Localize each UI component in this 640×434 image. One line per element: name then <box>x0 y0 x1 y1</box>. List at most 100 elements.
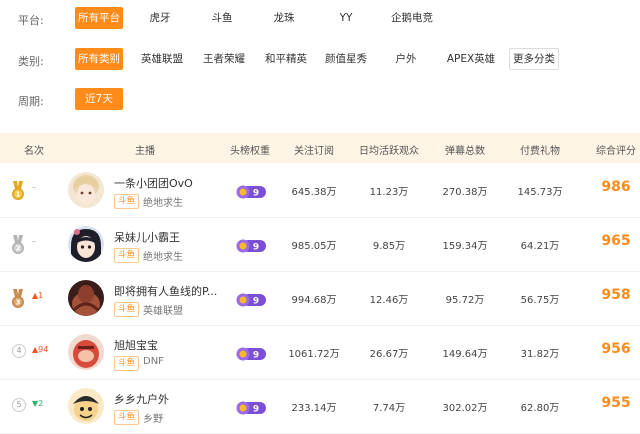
svg-text:3: 3 <box>16 299 21 307</box>
col-anchor: 主播 <box>135 146 155 157</box>
bronze-medal-icon: 3 <box>12 289 24 308</box>
category-option-kog[interactable]: 王者荣耀 <box>198 48 250 70</box>
table-header: 名次 主播 头榜权重 关注订阅 日均活跃观众 弹幕总数 付费礼物 综合评分 <box>0 133 640 163</box>
daily-active-value: 11.23万 <box>369 187 409 198</box>
category-option-apex[interactable]: APEX英雄 <box>442 48 500 70</box>
gifts-value: 145.73万 <box>517 187 563 198</box>
svg-text:9: 9 <box>253 297 259 307</box>
gifts-value: 56.75万 <box>520 295 560 306</box>
platform-tag: 斗鱼 <box>114 194 140 209</box>
weight-badge: 9 <box>236 292 266 307</box>
score-value: 956 <box>601 341 631 357</box>
table-row[interactable]: 3 ▲1 即将拥有人鱼线的P... 斗鱼 英雄联盟 9 994.68万 12.4… <box>0 271 640 326</box>
anchor-name[interactable]: 乡乡九户外 <box>114 391 169 407</box>
followers-value: 645.38万 <box>291 187 337 198</box>
svg-text:9: 9 <box>253 405 259 415</box>
followers-value: 1061.72万 <box>288 349 340 360</box>
rank-change: – <box>32 183 36 192</box>
avatar[interactable] <box>68 226 104 262</box>
platform-filter-label: 平台: <box>18 14 44 27</box>
col-danmaku: 弹幕总数 <box>445 146 485 157</box>
danmaku-value: 95.72万 <box>445 295 485 306</box>
category-option-all[interactable]: 所有类别 <box>75 48 123 70</box>
platform-option-douyu[interactable]: 斗鱼 <box>200 7 244 29</box>
platform-filter-row: 平台: 所有平台 虎牙 斗鱼 龙珠 YY 企鹅电竞 <box>0 7 640 33</box>
score-value: 965 <box>601 233 631 249</box>
platform-option-longzhu[interactable]: 龙珠 <box>262 7 306 29</box>
anchor-category: 绝地求生 <box>143 252 183 263</box>
svg-text:2: 2 <box>16 245 21 253</box>
col-daily-active: 日均活跃观众 <box>359 146 419 157</box>
followers-value: 994.68万 <box>291 295 337 306</box>
col-score: 综合评分 <box>596 146 636 157</box>
table-row[interactable]: 5 ▼2 乡乡九户外 斗鱼 乡野 9 233.14万 7.74万 302.02万… <box>0 379 640 434</box>
followers-value: 985.05万 <box>291 241 337 252</box>
platform-tag: 斗鱼 <box>114 302 140 317</box>
anchor-name[interactable]: 呆妹儿小霸王 <box>114 229 180 245</box>
platform-option-yy[interactable]: YY <box>324 7 368 29</box>
period-filter-row: 周期: 近7天 <box>0 88 640 114</box>
svg-text:9: 9 <box>253 189 259 199</box>
avatar[interactable] <box>68 172 104 208</box>
weight-badge: 9 <box>236 184 266 199</box>
avatar[interactable] <box>68 388 104 424</box>
gifts-value: 31.82万 <box>520 349 560 360</box>
danmaku-value: 302.02万 <box>442 403 488 414</box>
category-option-peace-elite[interactable]: 和平精英 <box>260 48 312 70</box>
platform-tag: 斗鱼 <box>114 248 140 263</box>
more-categories-button[interactable]: 更多分类 <box>509 48 559 70</box>
score-value: 986 <box>601 179 631 195</box>
category-option-lol[interactable]: 英雄联盟 <box>136 48 188 70</box>
rank-change: – <box>32 237 36 246</box>
platform-option-penguin[interactable]: 企鹅电竞 <box>382 7 442 29</box>
daily-active-value: 9.85万 <box>372 241 406 252</box>
daily-active-value: 7.74万 <box>372 403 406 414</box>
col-followers: 关注订阅 <box>294 146 334 157</box>
table-row[interactable]: 2 – 呆妹儿小霸王 斗鱼 绝地求生 9 985.05万 9.85万 159.3… <box>0 217 640 272</box>
anchor-name[interactable]: 即将拥有人鱼线的P... <box>114 283 217 299</box>
gifts-value: 64.21万 <box>520 241 560 252</box>
gold-medal-icon: 1 <box>12 181 24 200</box>
rank-change-up: ▲1 <box>32 291 44 300</box>
platform-tag: 斗鱼 <box>114 356 140 371</box>
silver-medal-icon: 2 <box>12 235 24 254</box>
anchor-name[interactable]: 旭旭宝宝 <box>114 337 158 353</box>
svg-text:9: 9 <box>253 351 259 361</box>
period-option-7days[interactable]: 近7天 <box>75 88 123 110</box>
platform-option-all[interactable]: 所有平台 <box>75 7 123 29</box>
weight-badge: 9 <box>236 346 266 361</box>
table-row[interactable]: 1 – 一条小团团OvO 斗鱼 绝地求生 9 645.38万 11.23万 27… <box>0 163 640 218</box>
gifts-value: 62.80万 <box>520 403 560 414</box>
col-weight: 头榜权重 <box>230 146 270 157</box>
anchor-category: 乡野 <box>143 414 163 425</box>
followers-value: 233.14万 <box>291 403 337 414</box>
svg-text:9: 9 <box>253 243 259 253</box>
table-row[interactable]: 4 ▲94 旭旭宝宝 斗鱼 DNF 9 1061.72万 26.67万 149.… <box>0 325 640 380</box>
rank-change-up: ▲94 <box>32 345 49 354</box>
svg-text:1: 1 <box>16 191 21 199</box>
platform-option-huya[interactable]: 虎牙 <box>138 7 182 29</box>
anchor-name[interactable]: 一条小团团OvO <box>114 175 193 191</box>
danmaku-value: 159.34万 <box>442 241 488 252</box>
platform-tag: 斗鱼 <box>114 410 140 425</box>
col-rank: 名次 <box>24 146 44 157</box>
daily-active-value: 12.46万 <box>369 295 409 306</box>
period-filter-label: 周期: <box>18 95 44 108</box>
score-value: 958 <box>601 287 631 303</box>
daily-active-value: 26.67万 <box>369 349 409 360</box>
score-value: 955 <box>601 395 631 411</box>
anchor-category: DNF <box>143 356 164 367</box>
rank-number: 4 <box>12 344 26 358</box>
anchor-category: 绝地求生 <box>143 198 183 209</box>
rank-number: 5 <box>12 398 26 412</box>
avatar[interactable] <box>68 280 104 316</box>
weight-badge: 9 <box>236 238 266 253</box>
avatar[interactable] <box>68 334 104 370</box>
category-option-showroom[interactable]: 颜值星秀 <box>320 48 372 70</box>
danmaku-value: 149.64万 <box>442 349 488 360</box>
weight-badge: 9 <box>236 400 266 415</box>
category-filter-label: 类别: <box>18 55 44 68</box>
category-filter-row: 类别: 所有类别 英雄联盟 王者荣耀 和平精英 颜值星秀 户外 APEX英雄 更… <box>0 48 640 74</box>
category-option-outdoor[interactable]: 户外 <box>384 48 428 70</box>
anchor-category: 英雄联盟 <box>143 306 183 317</box>
